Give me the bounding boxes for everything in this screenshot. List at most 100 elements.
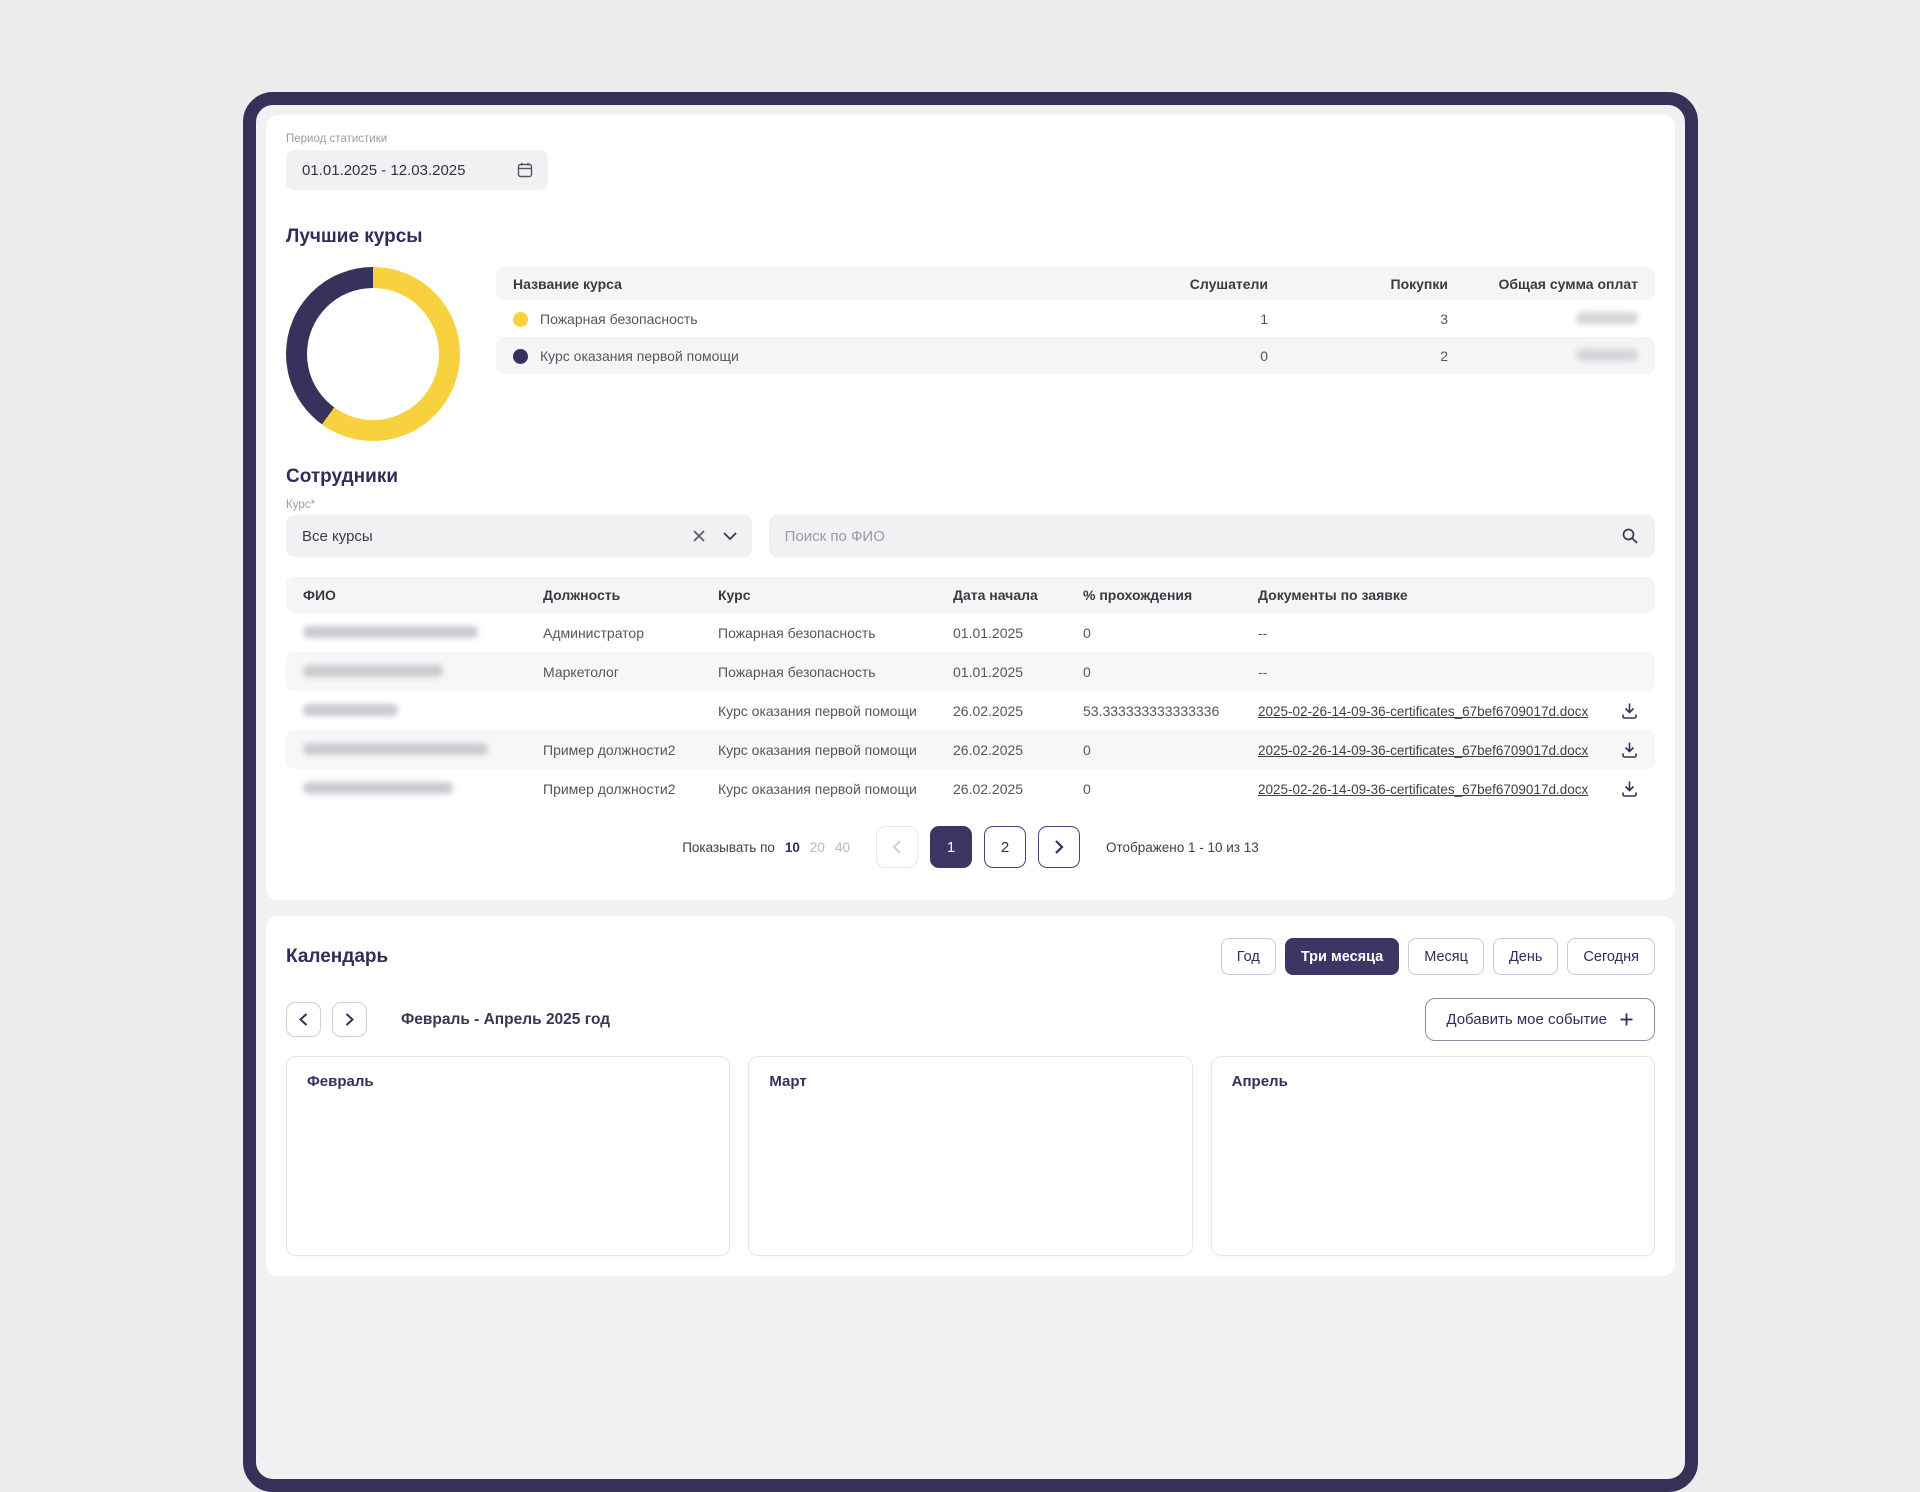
fio-redacted <box>303 781 543 797</box>
view-three-months-button[interactable]: Три месяца <box>1284 938 1400 975</box>
fio-redacted <box>303 625 543 641</box>
purchases-value: 2 <box>1440 347 1448 364</box>
table-row: Маркетолог Пожарная безопасность 01.01.2… <box>286 652 1655 691</box>
position-value: Пример должности2 <box>543 780 676 797</box>
table-row: Курс оказания первой помощи 0 2 <box>496 337 1655 374</box>
search-input[interactable] <box>784 527 1621 545</box>
calendar-title: Календарь <box>286 945 389 967</box>
certificate-link[interactable]: 2025-02-26-14-09-36-certificates_67bef67… <box>1258 704 1588 719</box>
col-purchases: Покупки <box>1390 275 1448 292</box>
calendar-icon[interactable] <box>516 161 534 179</box>
calendar-next-button[interactable] <box>332 1002 367 1037</box>
course-value: Курс оказания первой помощи <box>718 741 917 758</box>
period-date-value: 01.01.2025 - 12.03.2025 <box>302 161 466 179</box>
course-filter-value: Все курсы <box>302 527 373 545</box>
purchases-value: 3 <box>1440 310 1448 327</box>
page-button-1[interactable]: 1 <box>929 826 972 868</box>
course-value: Курс оказания первой помощи <box>718 780 917 797</box>
period-label: Период статистики <box>286 133 388 145</box>
doc-empty: -- <box>1258 663 1268 680</box>
download-icon[interactable] <box>1594 741 1638 758</box>
view-day-button[interactable]: День <box>1492 938 1559 975</box>
position-value: Пример должности2 <box>543 741 676 758</box>
month-title: Февраль <box>307 1073 374 1090</box>
table-row: Администратор Пожарная безопасность 01.0… <box>286 613 1655 652</box>
start-value: 26.02.2025 <box>953 741 1024 758</box>
month-title: Март <box>769 1073 807 1090</box>
doc-empty: -- <box>1258 624 1268 641</box>
calendar-prev-button[interactable] <box>286 1002 321 1037</box>
calendar-view-switcher: Год Три месяца Месяц День Сегодня <box>1220 938 1655 975</box>
page-size-20[interactable]: 20 <box>810 840 825 855</box>
table-row: Курс оказания первой помощи 26.02.2025 5… <box>286 691 1655 730</box>
position-value: Маркетолог <box>543 663 619 680</box>
search-icon[interactable] <box>1621 527 1639 545</box>
fio-redacted <box>303 664 543 680</box>
table-row: Пример должности2 Курс оказания первой п… <box>286 730 1655 769</box>
stats-card: Период статистики 01.01.2025 - 12.03.202… <box>266 115 1675 900</box>
col-course: Курс <box>718 587 751 603</box>
employees-table-header: ФИО Должность Курс Дата начала % прохожд… <box>286 577 1655 613</box>
listeners-value: 1 <box>1260 310 1268 327</box>
col-docs: Документы по заявке <box>1258 587 1408 603</box>
next-page-button[interactable] <box>1037 826 1080 868</box>
progress-value: 0 <box>1083 663 1091 680</box>
page-button-2[interactable]: 2 <box>983 826 1026 868</box>
col-start: Дата начала <box>953 587 1038 603</box>
courses-table: Название курса Слушатели Покупки Общая с… <box>496 267 1655 374</box>
add-event-label: Добавить мое событие <box>1446 1011 1607 1028</box>
page-size-40[interactable]: 40 <box>835 840 850 855</box>
search-field <box>768 515 1655 557</box>
month-card-february: Февраль <box>286 1056 731 1256</box>
calendar-card: Календарь Год Три месяца Месяц День Сего… <box>266 916 1675 1276</box>
page-size-10[interactable]: 10 <box>785 840 800 855</box>
start-value: 26.02.2025 <box>953 702 1024 719</box>
total-value-redacted <box>1448 348 1638 364</box>
clear-icon[interactable] <box>692 529 706 543</box>
month-card-march: Март <box>748 1056 1193 1256</box>
fio-redacted <box>303 742 543 758</box>
period-block: Период статистики 01.01.2025 - 12.03.202… <box>286 133 1655 190</box>
view-month-button[interactable]: Месяц <box>1408 938 1484 975</box>
fio-redacted <box>303 703 543 719</box>
course-filter-label: Курс* <box>286 499 315 511</box>
progress-value: 53.333333333333336 <box>1083 702 1220 719</box>
col-fio: ФИО <box>303 587 336 603</box>
col-position: Должность <box>543 587 621 603</box>
position-value: Администратор <box>543 624 645 641</box>
chevron-down-icon[interactable] <box>722 531 738 541</box>
table-row: Пожарная безопасность 1 3 <box>496 300 1655 337</box>
download-icon[interactable] <box>1594 702 1638 719</box>
start-value: 01.01.2025 <box>953 663 1024 680</box>
course-value: Пожарная безопасность <box>718 663 876 680</box>
view-year-button[interactable]: Год <box>1220 938 1276 975</box>
page-size-label: Показывать по <box>682 839 775 855</box>
col-course-name: Название курса <box>513 275 622 292</box>
col-total: Общая сумма оплат <box>1498 275 1638 292</box>
calendar-range-label: Февраль - Апрель 2025 год <box>401 1010 611 1028</box>
progress-value: 0 <box>1083 624 1091 641</box>
course-name: Пожарная безопасность <box>540 310 698 327</box>
employees-table: ФИО Должность Курс Дата начала % прохожд… <box>286 577 1655 808</box>
view-today-button[interactable]: Сегодня <box>1567 938 1655 975</box>
course-filter-select[interactable]: Все курсы <box>286 515 752 557</box>
legend-dot-navy <box>513 348 528 364</box>
course-value: Курс оказания первой помощи <box>718 702 917 719</box>
prev-page-button[interactable] <box>875 826 918 868</box>
app-frame: Период статистики 01.01.2025 - 12.03.202… <box>243 92 1698 1492</box>
add-event-button[interactable]: Добавить мое событие <box>1425 998 1655 1041</box>
certificate-link[interactable]: 2025-02-26-14-09-36-certificates_67bef67… <box>1258 743 1588 758</box>
courses-donut-chart <box>286 267 460 441</box>
table-row: Пример должности2 Курс оказания первой п… <box>286 769 1655 808</box>
progress-value: 0 <box>1083 780 1091 797</box>
progress-value: 0 <box>1083 741 1091 758</box>
month-card-april: Апрель <box>1210 1056 1655 1256</box>
download-icon[interactable] <box>1594 780 1638 797</box>
course-value: Пожарная безопасность <box>718 624 876 641</box>
course-name: Курс оказания первой помощи <box>540 347 739 364</box>
courses-table-header: Название курса Слушатели Покупки Общая с… <box>496 267 1655 300</box>
certificate-link[interactable]: 2025-02-26-14-09-36-certificates_67bef67… <box>1258 782 1588 797</box>
period-date-field[interactable]: 01.01.2025 - 12.03.2025 <box>286 150 548 190</box>
month-title: Апрель <box>1231 1073 1288 1090</box>
employees-title: Сотрудники <box>286 466 399 487</box>
